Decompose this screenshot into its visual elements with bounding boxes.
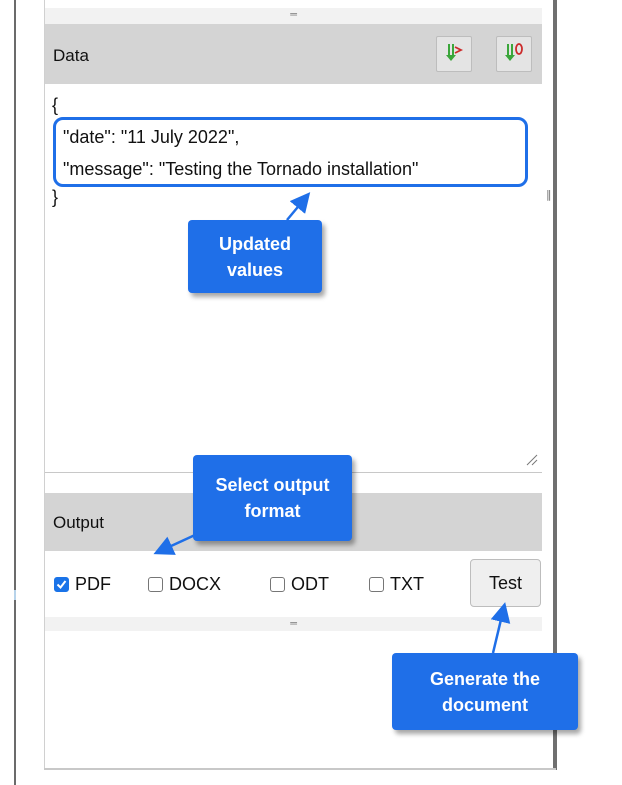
callout-text: Select output format [215, 475, 330, 521]
arrow-select-output [153, 533, 196, 555]
arrow-updated-values [286, 192, 311, 221]
arrow-generate [490, 602, 511, 654]
callout-text: Updated values [219, 233, 291, 280]
callout-text: Generate the document [429, 668, 541, 715]
callout-updated-values: Updated values [188, 220, 322, 293]
callout-select-output: Select output format [193, 455, 352, 541]
callout-generate: Generate the document [392, 653, 578, 730]
